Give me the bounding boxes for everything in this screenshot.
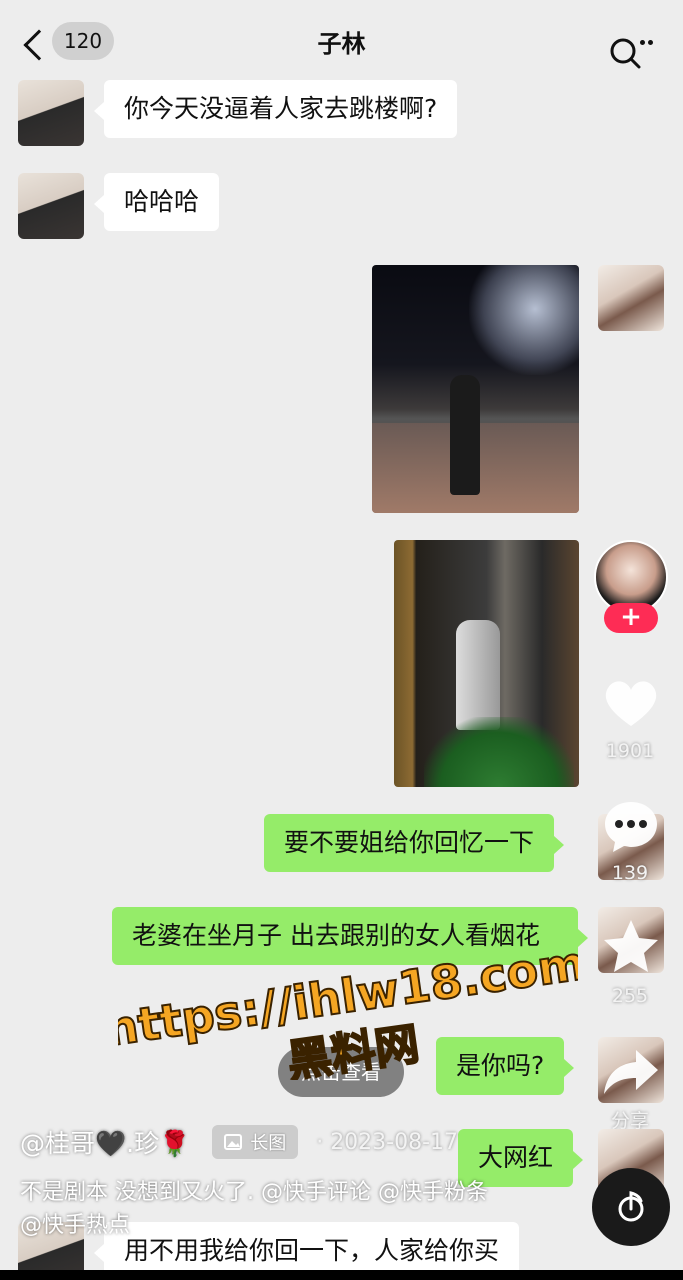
plants — [424, 717, 574, 787]
more-dot-icon — [648, 40, 653, 45]
like-count: 1901 — [605, 740, 655, 762]
post-meta-row: @桂哥🖤.珍🌹 长图 · 2023-08-17 — [20, 1124, 458, 1160]
comment-count: 139 — [611, 862, 649, 884]
post-caption[interactable]: 不是剧本 没想到又火了. @快手评论 @快手粉条 @快手热点 — [20, 1176, 500, 1242]
chat-title: 子林 — [317, 30, 366, 58]
person-figure — [456, 620, 500, 730]
post-date: · 2023-08-17 — [316, 1129, 459, 1155]
favorite-count: 255 — [611, 985, 649, 1007]
long-image-tag[interactable]: 长图 — [212, 1125, 299, 1159]
message-bubble: 是你吗? — [436, 1037, 575, 1095]
message-bubble: 你今天没逼着人家去跳楼啊? — [93, 80, 458, 138]
more-dot-icon — [640, 40, 645, 45]
contact-avatar[interactable] — [18, 80, 84, 146]
search-icon[interactable] — [608, 36, 642, 70]
bottom-bar — [0, 1270, 683, 1280]
person-figure — [450, 375, 480, 495]
view-button[interactable]: 点击查看 — [278, 1047, 404, 1097]
music-disc-button[interactable] — [592, 1168, 670, 1246]
favorite-star-icon[interactable] — [600, 916, 662, 978]
message-bubble: 老婆在坐月子 出去跟别的女人看烟花 — [112, 907, 588, 965]
chat-header: 120 子林 — [0, 0, 683, 80]
long-image-label: 长图 — [250, 1133, 287, 1154]
follow-button[interactable]: + — [604, 603, 658, 633]
photo-message-fireworks[interactable] — [372, 265, 579, 513]
self-avatar[interactable] — [598, 265, 664, 331]
firework-smoke — [469, 265, 579, 375]
image-icon — [224, 1134, 243, 1150]
contact-avatar[interactable] — [18, 173, 84, 239]
message-bubble: 哈哈哈 — [93, 173, 220, 231]
like-heart-icon[interactable] — [600, 672, 662, 734]
share-arrow-icon[interactable] — [600, 1040, 662, 1102]
music-note-icon — [618, 1191, 644, 1222]
photo-message-mirror[interactable] — [394, 540, 579, 787]
author-username[interactable]: @桂哥🖤.珍🌹 — [20, 1124, 190, 1160]
message-bubble: 要不要姐给你回忆一下 — [264, 814, 565, 872]
comment-icon[interactable] — [600, 796, 662, 858]
